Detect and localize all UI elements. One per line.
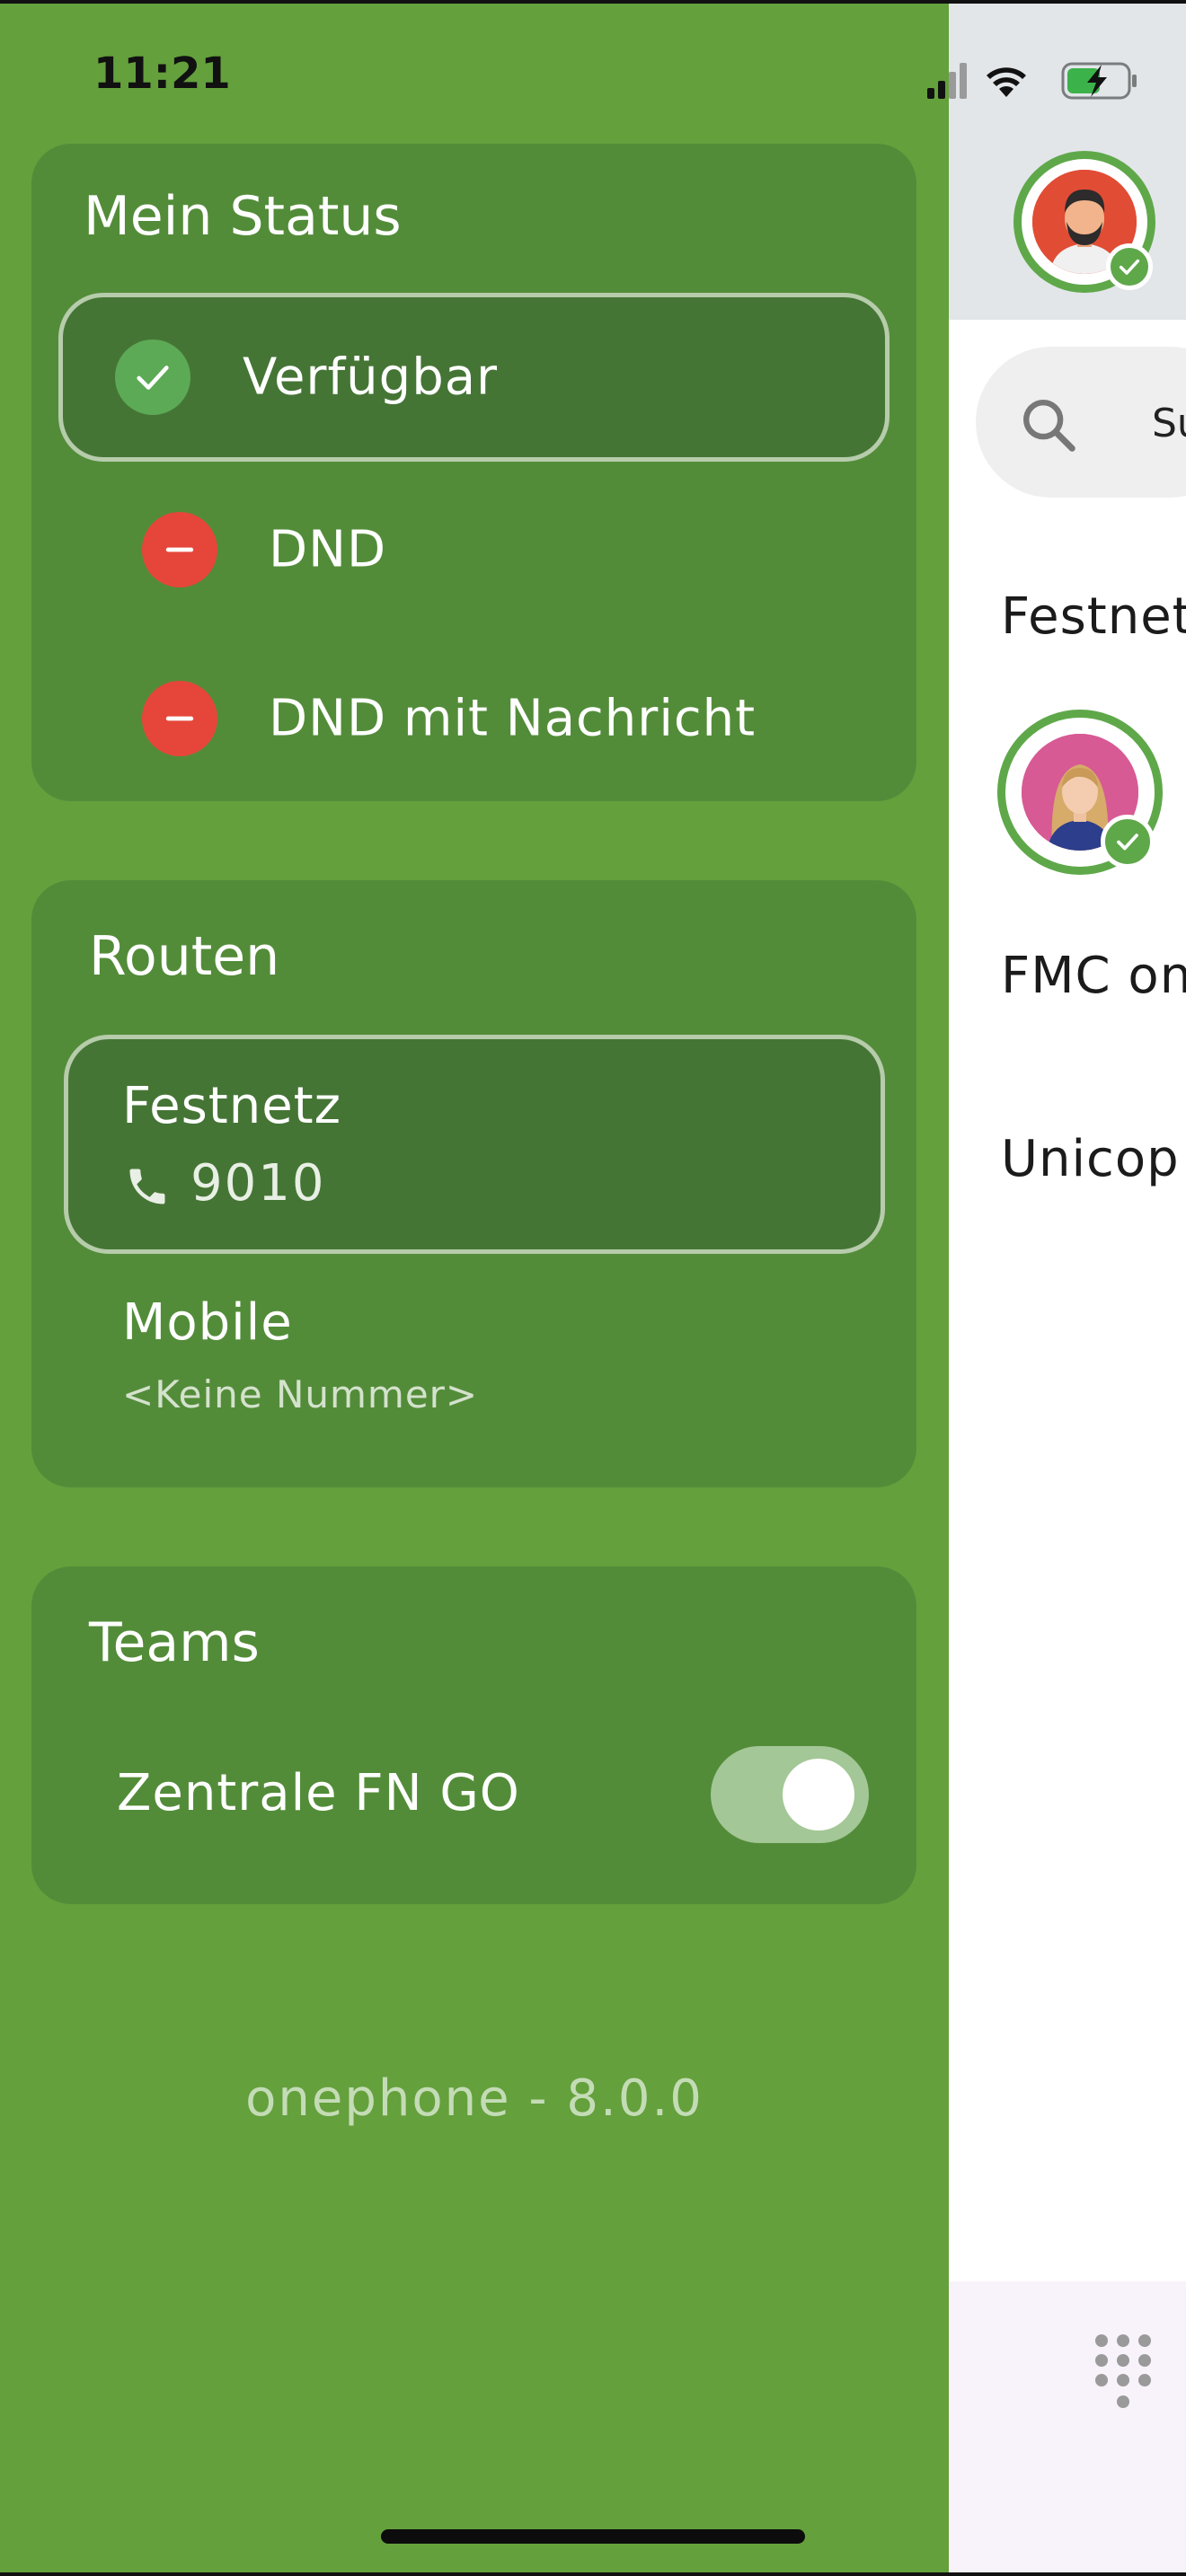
battery-charging-icon — [1061, 62, 1137, 100]
available-badge-icon — [1106, 243, 1153, 290]
app-header — [949, 4, 1186, 320]
available-badge-icon — [1101, 815, 1155, 869]
status-bar-time: 11:21 — [93, 49, 231, 99]
minus-icon — [142, 512, 217, 587]
cellular-signal-icon — [927, 63, 967, 99]
route-number: <Keine Nummer> — [122, 1372, 479, 1416]
status-option-dnd-message[interactable]: DND mit Nachricht — [58, 636, 890, 801]
app-version: onephone - 8.0.0 — [245, 2069, 704, 2128]
team-toggle[interactable] — [711, 1746, 869, 1843]
own-avatar[interactable] — [1013, 151, 1155, 293]
team-label: Zentrale FN GO — [117, 1764, 520, 1822]
routes-card-title: Routen — [89, 925, 280, 988]
bottom-bar — [949, 2281, 1186, 2572]
route-number: 9010 — [190, 1154, 326, 1213]
navigation-drawer: 11:21 Mein Status Verfügbar DND DND mit … — [0, 4, 949, 2572]
route-name: Mobile — [122, 1293, 293, 1352]
minus-icon — [142, 681, 217, 756]
teams-card: Teams Zentrale FN GO — [31, 1566, 916, 1904]
contacts-app: Suc Festnet FMC on Unicop — [949, 4, 1186, 2572]
phone-icon — [129, 1169, 165, 1204]
check-icon — [115, 340, 190, 415]
toggle-knob — [783, 1759, 854, 1831]
search-bar[interactable]: Suc — [976, 347, 1186, 498]
status-card-title: Mein Status — [84, 185, 402, 248]
status-option-label: Verfügbar — [243, 348, 499, 407]
phone-screen: Suc Festnet FMC on Unicop — [0, 4, 1186, 2572]
routes-card: Routen Festnetz 9010 Mobile <Keine Numme… — [31, 880, 916, 1487]
search-placeholder: Suc — [1152, 401, 1186, 446]
route-name: Festnetz — [122, 1077, 342, 1135]
section-festnetz: Festnet — [1001, 587, 1186, 646]
contact-avatar[interactable] — [997, 710, 1163, 875]
dialpad-icon[interactable] — [1091, 2332, 1155, 2413]
search-icon — [1023, 400, 1075, 452]
status-option-label: DND mit Nachricht — [269, 689, 757, 748]
section-fmc: FMC on — [1001, 947, 1186, 1005]
status-card: Mein Status Verfügbar DND DND mit Nachri… — [31, 144, 916, 801]
status-icons — [927, 62, 1137, 100]
status-option-dnd[interactable]: DND — [58, 467, 890, 632]
status-option-label: DND — [269, 520, 387, 579]
route-option-mobile[interactable]: Mobile <Keine Nummer> — [64, 1275, 885, 1437]
status-option-available[interactable]: Verfügbar — [58, 293, 890, 462]
section-unicop: Unicop — [1001, 1130, 1180, 1188]
route-option-festnetz[interactable]: Festnetz 9010 — [64, 1035, 885, 1254]
teams-card-title: Teams — [89, 1611, 260, 1674]
home-indicator[interactable] — [381, 2529, 805, 2544]
wifi-icon — [987, 67, 1026, 97]
